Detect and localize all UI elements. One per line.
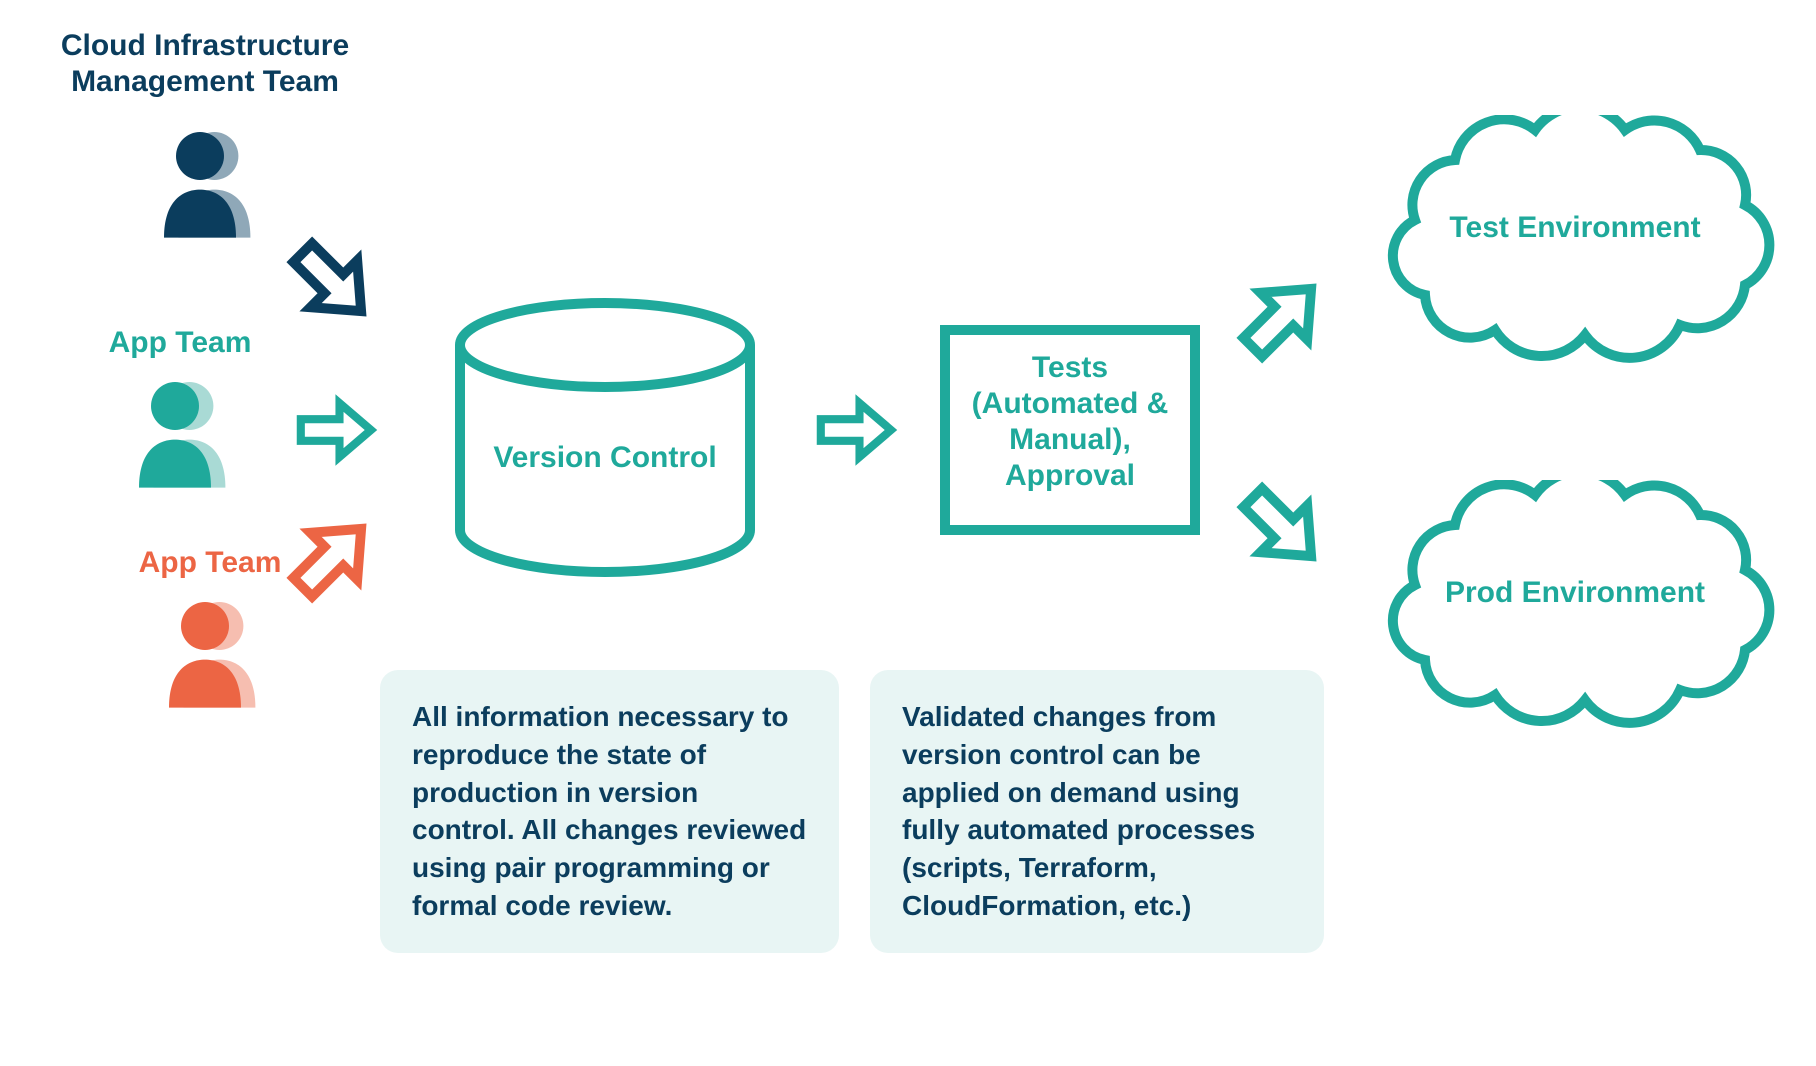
arrow-app2-to-vc [275, 505, 385, 620]
test-env-cloud [1355, 115, 1795, 390]
arrow-vc-to-tests [800, 385, 910, 480]
person-icon-app-1 [115, 370, 235, 495]
prod-env-cloud [1355, 480, 1795, 755]
prod-env-label: Prod Environment [1430, 575, 1720, 611]
arrow-app1-to-vc [280, 385, 390, 480]
tests-label: Tests (Automated & Manual), Approval [950, 350, 1190, 494]
team-label-app-1: App Team [80, 325, 280, 361]
version-control-label: Version Control [445, 440, 765, 476]
arrow-tests-to-test-env [1225, 265, 1335, 380]
test-env-label: Test Environment [1430, 210, 1720, 246]
person-icon-app-2 [145, 590, 265, 715]
info-box-right: Validated changes from version control c… [870, 670, 1324, 953]
person-icon-cloud-infra [140, 120, 260, 245]
arrow-tests-to-prod-env [1225, 470, 1335, 585]
team-label-cloud-infra: Cloud Infrastructure Management Team [30, 28, 380, 100]
arrow-cloud-to-vc [275, 225, 385, 340]
info-box-left: All information necessary to reproduce t… [380, 670, 839, 953]
